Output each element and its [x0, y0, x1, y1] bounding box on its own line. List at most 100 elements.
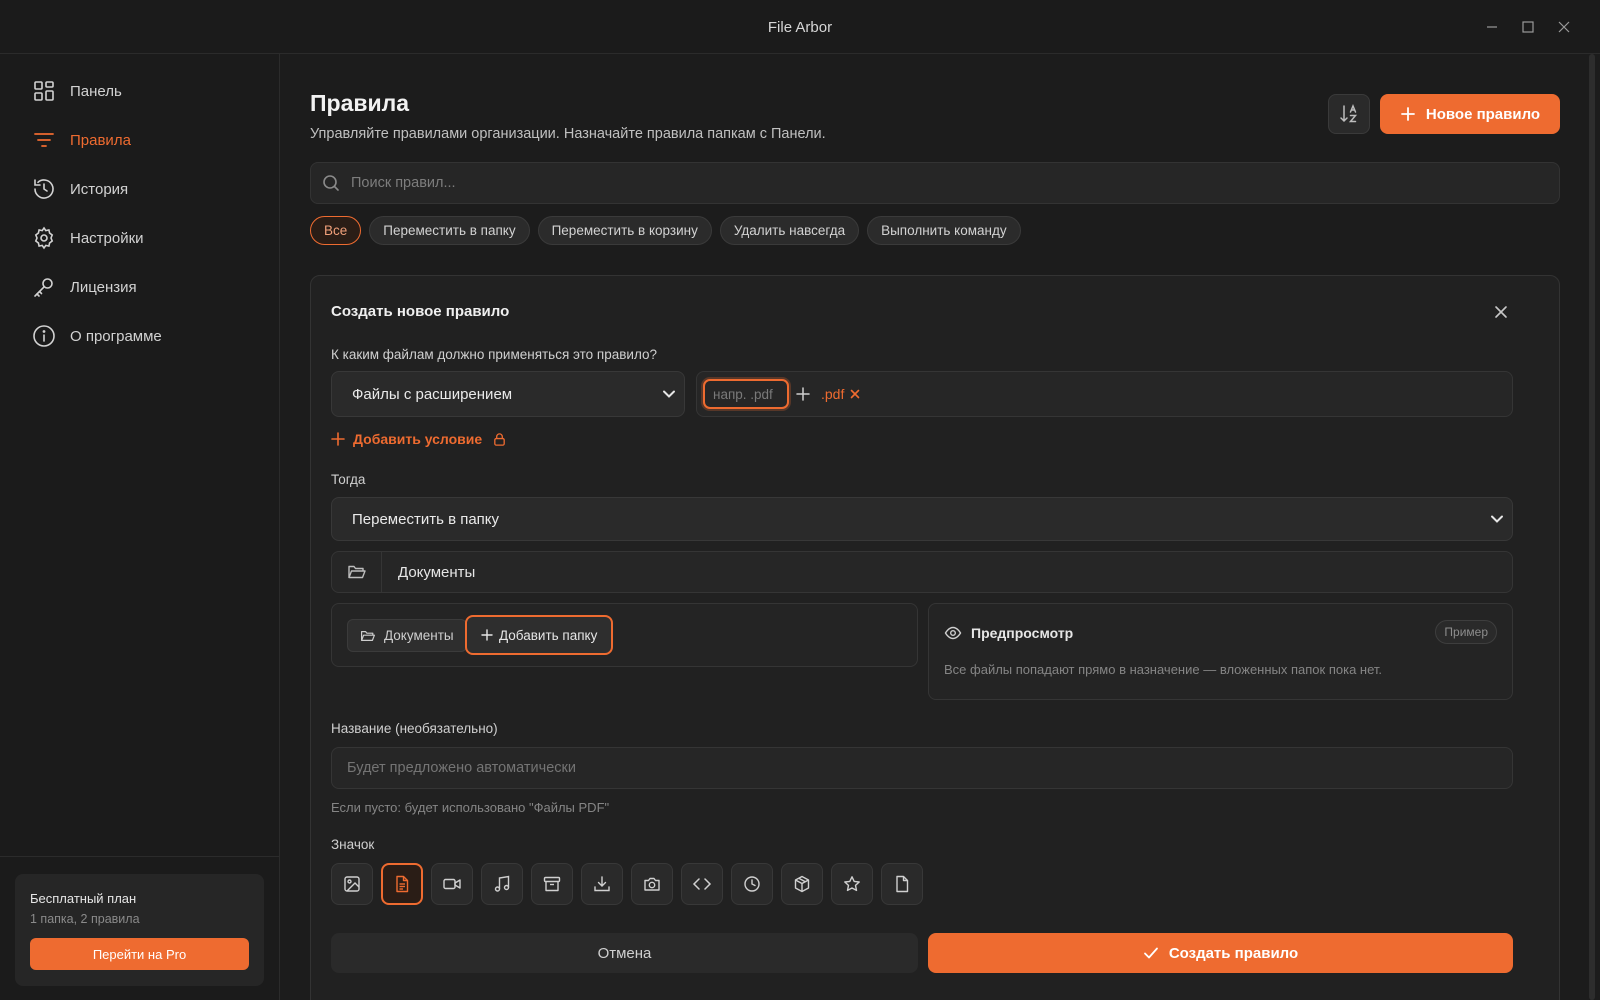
sort-button[interactable] — [1328, 94, 1370, 134]
sidebar-item-label: Панель — [70, 82, 122, 100]
sidebar-item-dashboard[interactable]: Панель — [20, 70, 260, 112]
sidebar-item-license[interactable]: Лицензия — [20, 266, 260, 308]
check-icon — [1143, 945, 1159, 961]
page-subtitle: Управляйте правилами организации. Назнач… — [310, 126, 826, 142]
filter-chip-run-command[interactable]: Выполнить команду — [867, 216, 1021, 245]
extensions-field: напр. .pdf .pdf — [696, 371, 1513, 417]
plus-icon — [1400, 106, 1416, 122]
sidebar-item-label: О программе — [70, 327, 162, 345]
then-label: Тогда — [331, 472, 366, 487]
files-question-label: К каким файлам должно применяться это пр… — [331, 347, 657, 362]
folders-list: Документы Добавить папку — [331, 603, 918, 667]
eye-icon — [944, 624, 962, 642]
example-badge: Пример — [1435, 620, 1497, 644]
destination-folder-value: Документы — [398, 563, 476, 581]
music-icon[interactable] — [481, 863, 523, 905]
extension-input[interactable]: напр. .pdf — [703, 379, 789, 409]
filter-chip-all[interactable]: Все — [310, 216, 362, 245]
search-bar — [310, 162, 1560, 204]
folder-open-icon — [360, 628, 376, 644]
chevron-down-icon — [662, 387, 676, 401]
sidebar-item-label: История — [70, 180, 129, 198]
clock-icon[interactable] — [731, 863, 773, 905]
add-extension-icon[interactable] — [793, 384, 813, 404]
sidebar-divider — [0, 856, 280, 857]
image-icon[interactable] — [331, 863, 373, 905]
page-title: Правила — [310, 90, 410, 116]
create-rule-button[interactable]: Создать правило — [928, 933, 1513, 973]
sidebar-item-settings[interactable]: Настройки — [20, 217, 260, 259]
create-rule-panel: Создать новое правило К каким файлам дол… — [310, 275, 1560, 1000]
extension-tag-label: .pdf — [821, 386, 845, 402]
search-input[interactable] — [351, 175, 1501, 191]
folder-open-icon — [332, 552, 382, 592]
close-icon[interactable] — [1489, 300, 1513, 324]
add-folder-label: Добавить папку — [499, 627, 598, 643]
preview-title: Предпросмотр — [971, 625, 1074, 641]
destination-folder-field[interactable]: Документы — [331, 551, 1513, 593]
dashboard-icon — [20, 70, 68, 112]
package-icon[interactable] — [781, 863, 823, 905]
title-bar: File Arbor — [0, 0, 1600, 54]
upgrade-pro-button[interactable]: Перейти на Pro — [30, 938, 249, 970]
plan-card: Бесплатный план 1 папка, 2 правила Перей… — [15, 874, 264, 986]
name-label: Название (необязательно) — [331, 721, 498, 736]
icon-picker — [331, 863, 923, 905]
code-icon[interactable] — [681, 863, 723, 905]
add-condition-button[interactable]: Добавить условие — [331, 431, 507, 447]
create-rule-label: Создать правило — [1168, 944, 1299, 962]
name-hint: Если пусто: будет использовано "Файлы PD… — [331, 800, 610, 815]
sidebar-item-label: Лицензия — [70, 278, 137, 296]
preview-box: Предпросмотр Пример Все файлы попадают п… — [928, 603, 1513, 700]
plus-icon — [481, 629, 493, 641]
action-select[interactable]: Переместить в папку — [331, 497, 1513, 541]
panel-title: Создать новое правило — [331, 303, 510, 320]
filter-chips: Все Переместить в папку Переместить в ко… — [310, 216, 1021, 245]
action-value: Переместить в папку — [352, 510, 500, 528]
window-title: File Arbor — [767, 19, 833, 36]
filter-chip-delete-forever[interactable]: Удалить навсегда — [719, 216, 860, 245]
sidebar-item-label: Правила — [70, 131, 131, 149]
rule-name-field — [331, 747, 1513, 789]
icon-label: Значок — [331, 837, 375, 852]
lock-icon — [492, 432, 507, 447]
sidebar-item-rules[interactable]: Правила — [20, 119, 260, 161]
file-icon[interactable] — [881, 863, 923, 905]
new-rule-button[interactable]: Новое правило — [1380, 94, 1560, 134]
sidebar-item-label: Настройки — [70, 229, 144, 247]
download-icon[interactable] — [581, 863, 623, 905]
chevron-down-icon — [1490, 512, 1504, 526]
document-icon[interactable] — [381, 863, 423, 905]
history-icon — [20, 168, 68, 210]
plan-usage: 1 папка, 2 правила — [30, 912, 140, 926]
archive-icon[interactable] — [531, 863, 573, 905]
cancel-button[interactable]: Отмена — [331, 933, 918, 973]
filter-chip-move-to-folder[interactable]: Переместить в папку — [369, 216, 530, 245]
minimize-icon[interactable] — [1480, 16, 1504, 38]
preview-text: Все файлы попадают прямо в назначение — … — [944, 662, 1383, 677]
scrollbar[interactable] — [1589, 54, 1595, 1000]
close-window-icon[interactable] — [1552, 16, 1576, 38]
camera-icon[interactable] — [631, 863, 673, 905]
add-folder-button[interactable]: Добавить папку — [465, 615, 614, 655]
folder-chip[interactable]: Документы — [347, 619, 467, 652]
remove-tag-icon[interactable] — [850, 389, 860, 399]
filter-chip-move-to-trash[interactable]: Переместить в корзину — [537, 216, 712, 245]
condition-type-select[interactable]: Файлы с расширением — [331, 371, 685, 417]
sidebar: Панель Правила История Настройки Лицензи… — [0, 54, 280, 1000]
sort-az-icon — [1338, 103, 1360, 125]
folder-chip-label: Документы — [384, 628, 454, 643]
gear-icon — [20, 217, 68, 259]
sidebar-item-about[interactable]: О программе — [20, 315, 260, 357]
rule-name-input[interactable] — [347, 760, 1497, 776]
main-content: Правила Управляйте правилами организации… — [281, 54, 1600, 1000]
info-icon — [20, 315, 68, 357]
plus-icon — [331, 432, 345, 446]
star-icon[interactable] — [831, 863, 873, 905]
video-icon[interactable] — [431, 863, 473, 905]
maximize-icon[interactable] — [1516, 16, 1540, 38]
sidebar-item-history[interactable]: История — [20, 168, 260, 210]
search-icon — [311, 174, 351, 192]
extension-tag: .pdf — [821, 384, 860, 404]
add-condition-label: Добавить условие — [353, 431, 483, 447]
